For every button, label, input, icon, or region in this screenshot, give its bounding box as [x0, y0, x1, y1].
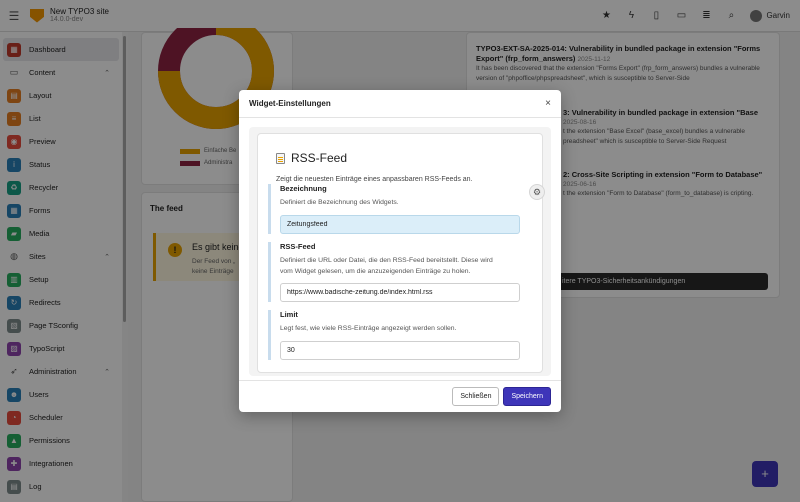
modal-title: Widget-Einstellungen	[249, 99, 331, 108]
rss-url-input[interactable]	[280, 283, 520, 303]
close-button[interactable]: Schließen	[452, 387, 500, 406]
panel-title: RSS-Feed	[291, 151, 348, 165]
close-icon[interactable]: ×	[545, 98, 551, 109]
description-line: Definiert die URL oder Datei, die den RS…	[280, 257, 493, 264]
field-description: Legt fest, wie viele RSS-Einträge angeze…	[280, 325, 457, 332]
field-description: Definiert die URL oder Datei, die den RS…	[280, 256, 534, 277]
name-input[interactable]	[280, 214, 520, 234]
field-name: Bezeichnung Definiert die Bezeichnung de…	[268, 184, 534, 234]
field-description: Definiert die Bezeichnung des Widgets.	[280, 199, 399, 206]
field-rss-feed: RSS-Feed Definiert die URL oder Datei, d…	[268, 242, 534, 303]
description-line: vom Widget gelesen, um die anzuzeigenden…	[280, 267, 471, 275]
panel-heading: RSS-Feed	[276, 151, 347, 165]
widget-settings-modal: Widget-Einstellungen × RSS-Feed Zeigt di…	[239, 90, 561, 412]
modal-body: RSS-Feed Zeigt die neuesten Einträge ein…	[249, 127, 551, 376]
save-button[interactable]: Speichern	[503, 387, 551, 406]
rss-settings-panel: RSS-Feed Zeigt die neuesten Einträge ein…	[257, 133, 545, 373]
limit-input[interactable]	[280, 340, 520, 360]
modal-header: Widget-Einstellungen ×	[239, 90, 561, 118]
field-label: RSS-Feed	[280, 242, 316, 251]
rss-feed-icon	[276, 152, 285, 164]
panel-subtitle: Zeigt die neuesten Einträge eines anpass…	[276, 176, 473, 183]
field-label: Bezeichnung	[280, 184, 327, 193]
gear-icon[interactable]: ⚙	[529, 184, 545, 200]
field-limit: Limit Legt fest, wie viele RSS-Einträge …	[268, 310, 534, 360]
field-label: Limit	[280, 310, 298, 319]
modal-footer: Schließen Speichern	[239, 380, 561, 412]
